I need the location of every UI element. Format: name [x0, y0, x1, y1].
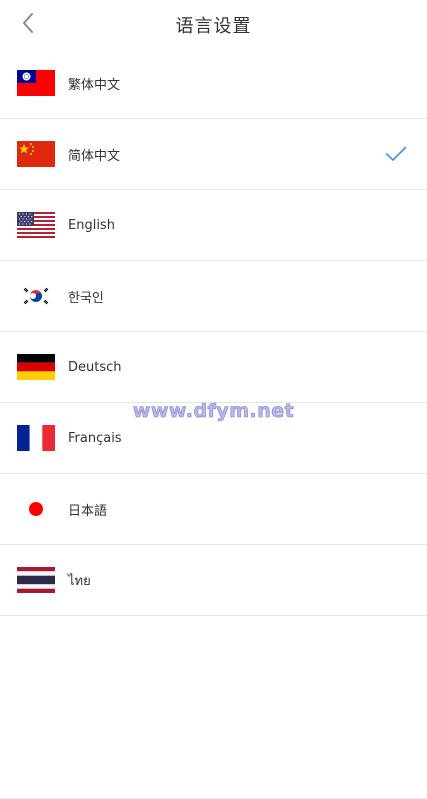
language-item-simplified-chinese[interactable]: 简体中文 — [0, 119, 427, 190]
page-title: 语言设置 — [175, 16, 252, 37]
language-label: ไทย — [68, 573, 91, 589]
language-item-german[interactable]: Deutsch — [0, 332, 427, 403]
back-button[interactable] — [14, 9, 42, 37]
taiwan-flag-icon — [17, 70, 55, 96]
language-settings-page: 语言设置 繁体中文 简体中文 English 한국인 Deutsch Franç… — [0, 0, 427, 799]
language-label: 繁体中文 — [68, 77, 121, 93]
language-item-japanese[interactable]: 日本語 — [0, 474, 427, 545]
language-label: 日本語 — [68, 503, 108, 519]
language-item-english[interactable]: English — [0, 190, 427, 261]
checkmark-icon — [385, 146, 407, 161]
korea-flag-icon — [17, 283, 55, 309]
chevron-left-icon — [23, 13, 33, 33]
language-item-thai[interactable]: ไทย — [0, 545, 427, 616]
language-label: English — [68, 217, 115, 233]
usa-flag-icon — [17, 212, 55, 238]
france-flag-icon — [17, 425, 55, 451]
language-item-korean[interactable]: 한국인 — [0, 261, 427, 332]
language-label: Français — [68, 430, 122, 446]
header: 语言设置 — [0, 0, 427, 50]
language-item-traditional-chinese[interactable]: 繁体中文 — [0, 48, 427, 119]
japan-flag-icon — [17, 496, 55, 522]
thailand-flag-icon — [17, 567, 55, 593]
language-label: 한국인 — [68, 290, 104, 306]
language-label: 简体中文 — [68, 148, 121, 164]
language-label: Deutsch — [68, 359, 122, 375]
china-flag-icon — [17, 141, 55, 167]
language-list: 繁体中文 简体中文 English 한국인 Deutsch Français 日… — [0, 48, 427, 616]
watermark: www.dfym.net — [132, 400, 295, 423]
germany-flag-icon — [17, 354, 55, 380]
